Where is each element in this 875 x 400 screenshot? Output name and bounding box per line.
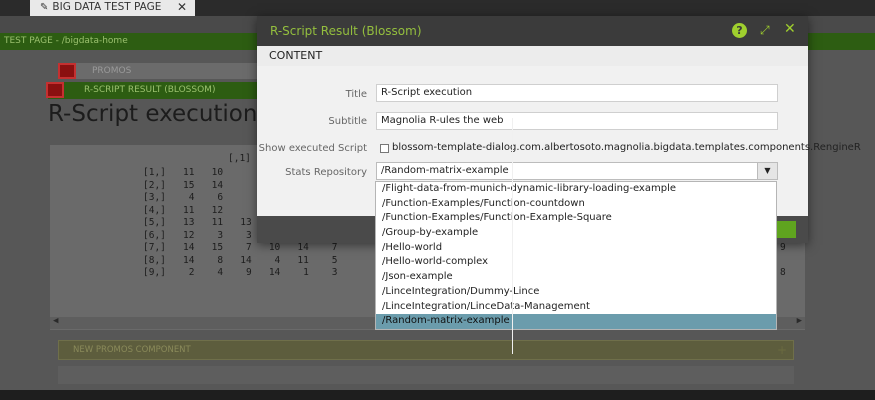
- stats-repository-label: Stats Repository: [285, 167, 367, 178]
- tab-big-data-test-page[interactable]: ✎ BIG DATA TEST PAGE ✕: [30, 0, 195, 16]
- promos-label: PROMOS: [92, 66, 132, 76]
- scroll-right-icon[interactable]: ▶: [797, 316, 802, 326]
- dropdown-option[interactable]: /Group-by-example: [376, 226, 776, 241]
- dropdown-option-selected[interactable]: /Random-matrix-example: [376, 314, 776, 329]
- new-promos-component-bar[interactable]: NEW PROMOS COMPONENT +: [58, 340, 794, 360]
- stats-repository-options: /Flight-data-from-munich-dynamic-library…: [375, 181, 777, 330]
- tab-label: BIG DATA TEST PAGE: [52, 1, 162, 13]
- rscript-component-label: R-SCRIPT RESULT (BLOSSOM): [84, 85, 216, 95]
- subtitle-field[interactable]: Magnolia R-ules the web: [376, 112, 778, 130]
- tab-bar: ✎ BIG DATA TEST PAGE ✕: [0, 0, 875, 16]
- promos-area-bar[interactable]: PROMOS: [58, 63, 280, 79]
- title-field[interactable]: R-Script execution: [376, 84, 778, 102]
- stats-repository-select[interactable]: /Random-matrix-example ▼: [376, 162, 778, 180]
- dropdown-option[interactable]: /Function-Examples/Function-countdown: [376, 197, 776, 212]
- content-tab-label[interactable]: CONTENT: [269, 49, 322, 62]
- scroll-left-icon[interactable]: ◀: [53, 316, 58, 326]
- expand-icon[interactable]: ⤢: [760, 23, 770, 38]
- tab-close-icon[interactable]: ✕: [177, 0, 187, 15]
- bottom-bar: [0, 390, 875, 400]
- save-button[interactable]: [776, 221, 796, 238]
- text-cursor-icon: [512, 118, 513, 354]
- close-icon[interactable]: ✕: [784, 21, 796, 37]
- area-toggle-icon[interactable]: [58, 63, 76, 79]
- stats-repository-value: /Random-matrix-example: [381, 165, 509, 176]
- dropdown-option[interactable]: /Hello-world-complex: [376, 255, 776, 270]
- dropdown-option[interactable]: /Function-Examples/Function-Example-Squa…: [376, 211, 776, 226]
- new-promos-label: NEW PROMOS COMPONENT: [73, 345, 191, 355]
- dropdown-option[interactable]: /Hello-world: [376, 241, 776, 256]
- show-script-checkbox[interactable]: [380, 144, 389, 153]
- dialog-header: R-Script Result (Blossom) ? ⤢ ✕: [257, 16, 808, 46]
- component-toggle-icon[interactable]: [46, 82, 64, 98]
- pencil-icon: ✎: [40, 2, 49, 13]
- dropdown-arrow-icon[interactable]: ▼: [757, 163, 777, 179]
- page-title: R-Script execution: [48, 101, 258, 127]
- help-icon[interactable]: ?: [732, 23, 747, 38]
- dropdown-option[interactable]: /LinceIntegration/LinceData-Management: [376, 300, 776, 315]
- title-label: Title: [345, 89, 367, 100]
- dropdown-option[interactable]: /Flight-data-from-munich-dynamic-library…: [376, 182, 776, 197]
- show-script-checkbox-label[interactable]: blossom-template-dialog.com.albertosoto.…: [392, 142, 861, 153]
- dropdown-option[interactable]: /Json-example: [376, 270, 776, 285]
- dropdown-option[interactable]: /LinceIntegration/Dummy-Lince: [376, 285, 776, 300]
- show-script-label: Show executed Script: [258, 143, 367, 154]
- add-component-icon[interactable]: +: [777, 341, 787, 359]
- subtitle-label: Subtitle: [328, 116, 367, 127]
- area-placeholder: [58, 366, 794, 384]
- dialog-title: R-Script Result (Blossom): [270, 24, 422, 38]
